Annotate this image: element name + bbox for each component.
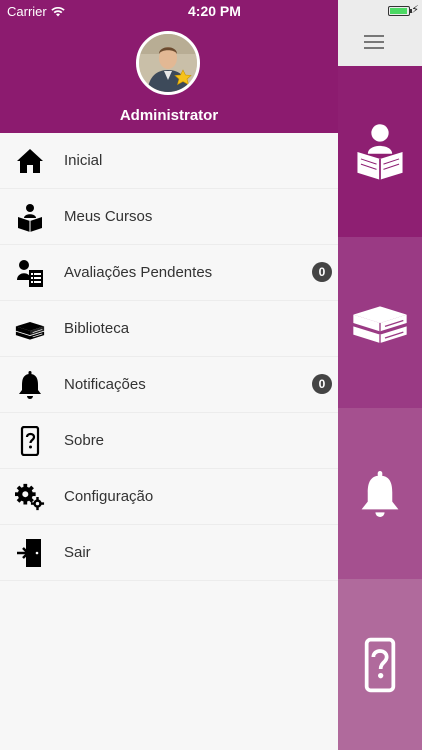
main-content xyxy=(338,0,422,750)
user-photo-icon xyxy=(139,34,197,92)
charging-icon: ⚡ xyxy=(411,4,419,16)
user-list-icon xyxy=(15,258,45,288)
reader-icon xyxy=(15,202,45,232)
status-time: 4:20 PM xyxy=(188,3,241,19)
gears-icon xyxy=(15,482,45,512)
avatar[interactable] xyxy=(136,31,200,95)
menu-item-sair[interactable]: Sair xyxy=(0,525,338,581)
menu-item-label: Configuração xyxy=(64,488,154,505)
books-icon xyxy=(353,305,407,343)
menu-item-label: Biblioteca xyxy=(64,320,130,337)
wifi-icon xyxy=(51,6,65,16)
home-icon xyxy=(15,146,45,176)
battery-icon xyxy=(388,6,412,16)
menu-item-label: Avaliações Pendentes xyxy=(64,264,213,281)
hamburger-menu-icon[interactable] xyxy=(364,35,384,49)
menu-item-label: Notificações xyxy=(64,376,146,393)
menu-item-label: Meus Cursos xyxy=(64,208,153,225)
menu-item-configuracao[interactable]: Configuração xyxy=(0,469,338,525)
menu-item-meus-cursos[interactable]: Meus Cursos xyxy=(0,189,338,245)
bell-icon xyxy=(361,470,399,517)
carrier-label: Carrier xyxy=(7,4,47,19)
menu-item-label: Sobre xyxy=(64,432,105,449)
tile-sobre[interactable] xyxy=(338,579,422,750)
carrier-indicator: Carrier xyxy=(7,4,65,19)
status-bar-right: ⚡ xyxy=(338,0,422,22)
status-bar: Carrier 4:20 PM xyxy=(0,0,338,22)
menu-item-sobre[interactable]: Sobre xyxy=(0,413,338,469)
menu-item-inicial[interactable]: Inicial xyxy=(0,133,338,189)
pending-count-badge: 0 xyxy=(312,262,332,282)
notification-count-badge: 0 xyxy=(312,374,332,394)
drawer-menu: Inicial Meus Cursos Avaliações Pendentes… xyxy=(0,133,338,581)
menu-item-label: Sair xyxy=(64,544,91,561)
menu-item-label: Inicial xyxy=(64,152,103,169)
menu-item-notificacoes[interactable]: Notificações 0 xyxy=(0,357,338,413)
exit-icon xyxy=(15,538,45,568)
phone-question-icon xyxy=(364,637,396,692)
reader-icon xyxy=(357,123,403,180)
navigation-drawer: Administrator Inicial Meus Cursos Avalia… xyxy=(0,0,338,750)
menu-item-avaliacoes-pendentes[interactable]: Avaliações Pendentes 0 xyxy=(0,245,338,301)
phone-question-icon xyxy=(15,425,45,456)
tile-meus-cursos[interactable] xyxy=(338,66,422,237)
tile-biblioteca[interactable] xyxy=(338,237,422,408)
bell-icon xyxy=(15,370,45,400)
tile-notificacoes[interactable] xyxy=(338,408,422,579)
books-icon xyxy=(15,314,45,344)
menu-item-biblioteca[interactable]: Biblioteca xyxy=(0,301,338,357)
user-name: Administrator xyxy=(119,107,219,124)
